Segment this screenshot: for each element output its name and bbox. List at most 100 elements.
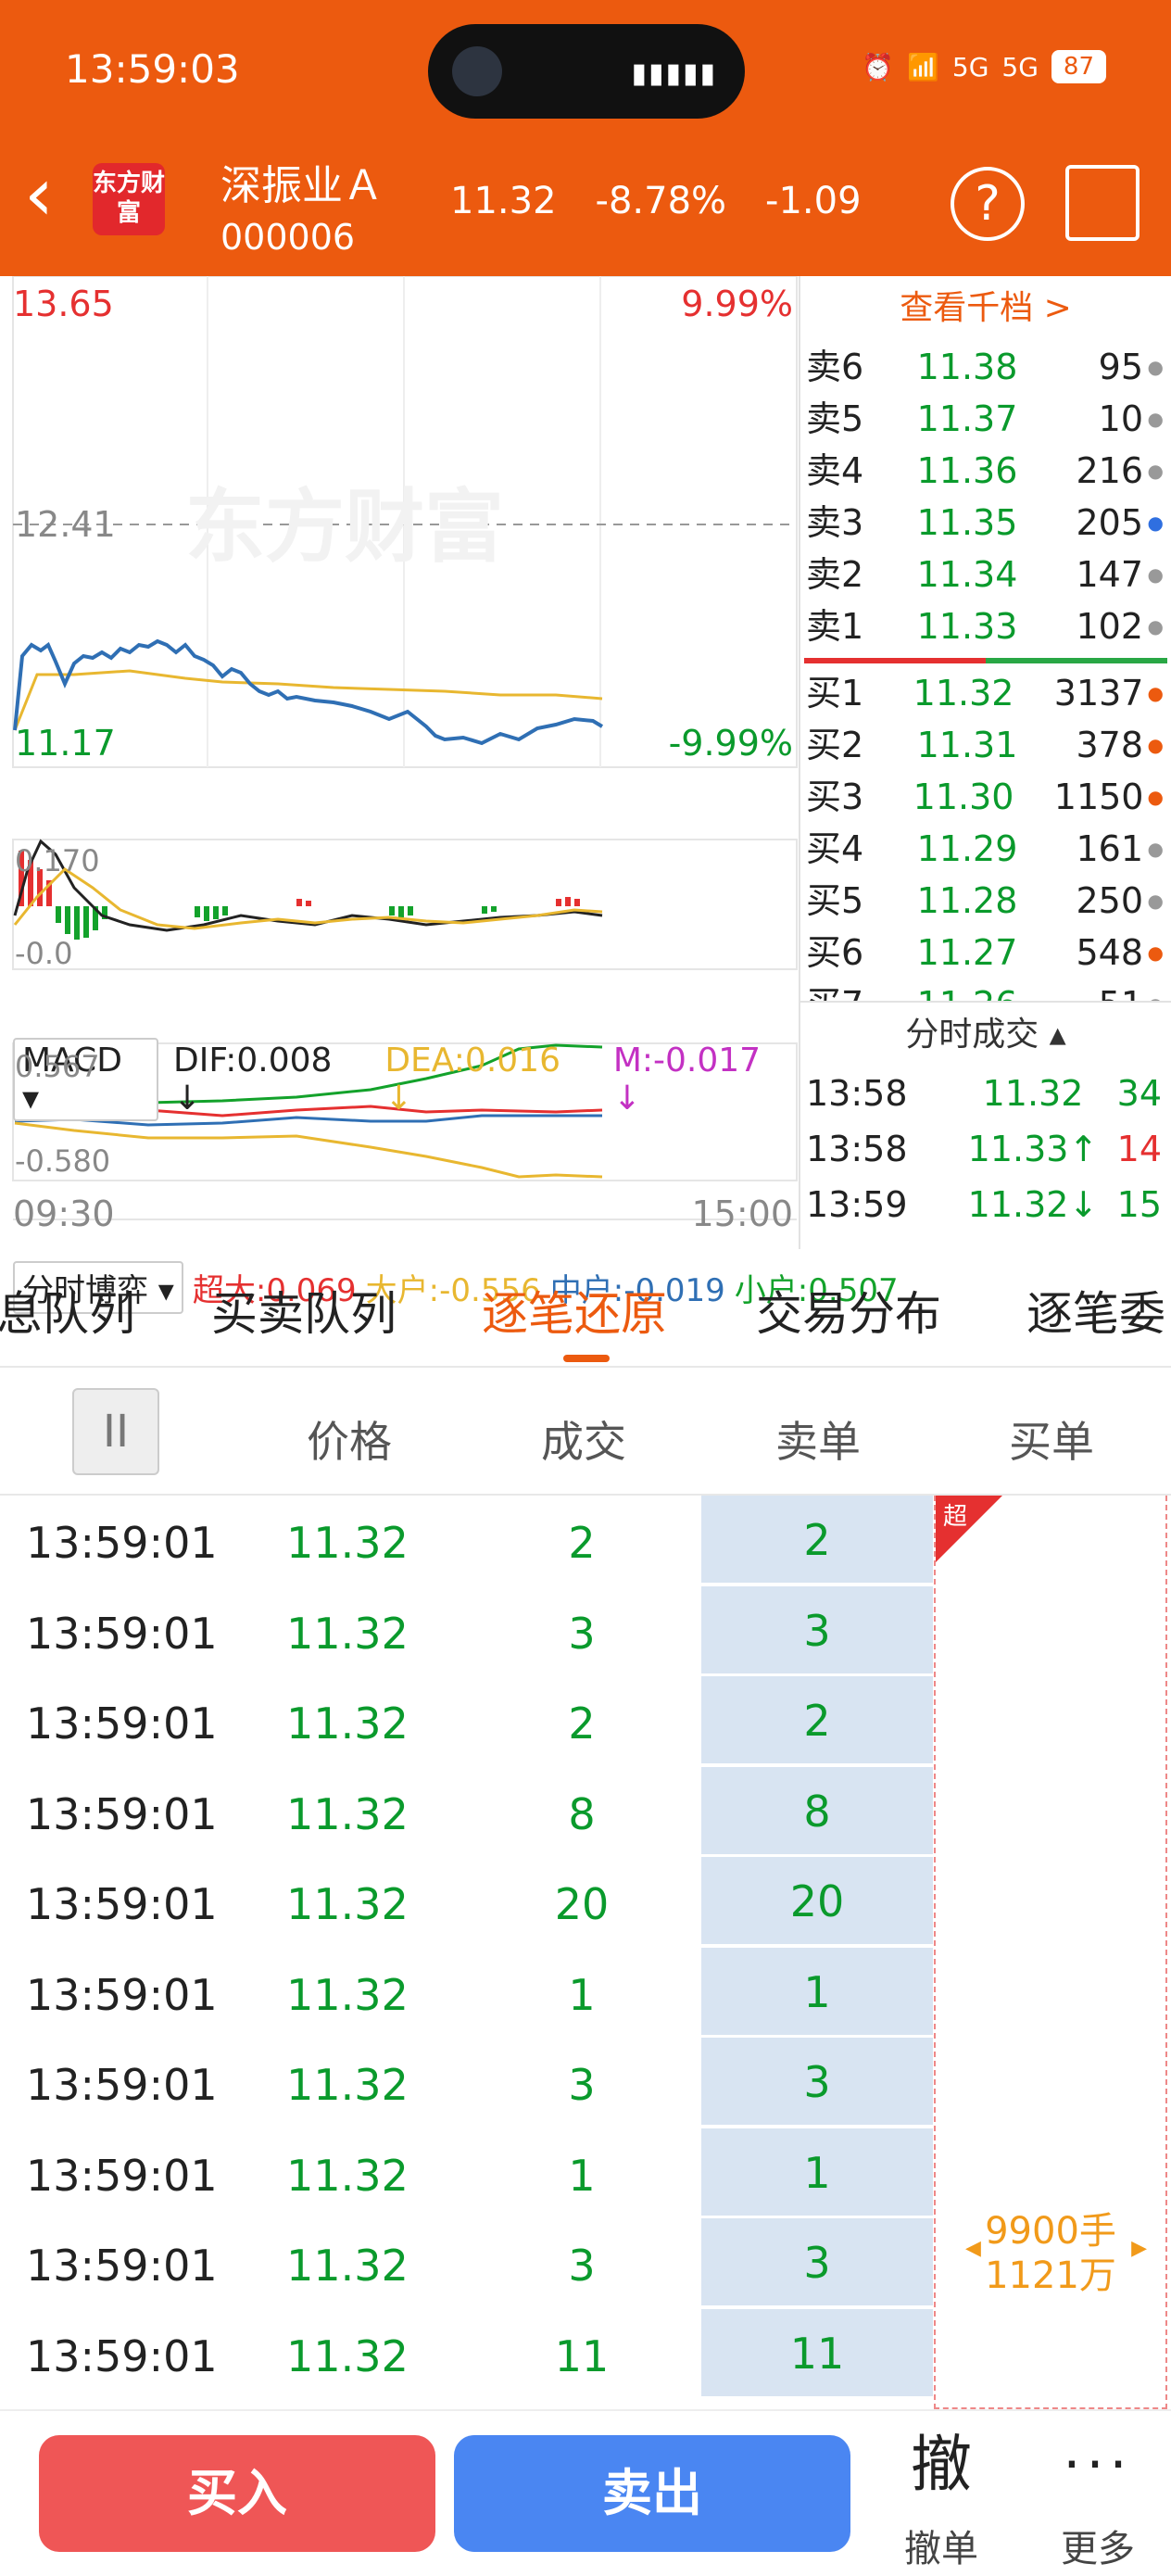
buy-button[interactable]: 买入: [39, 2435, 435, 2552]
level-label: 卖1: [806, 606, 864, 647]
time-end-label: 15:00: [691, 1193, 793, 1234]
ask-level[interactable]: 卖4 11.36 216 ●: [800, 445, 1171, 497]
cancel-icon: 撤: [911, 2429, 972, 2500]
level-dot-icon: ●: [1147, 682, 1164, 704]
detail-tabs: 息队列 买卖队列 逐笔还原 交易分布 逐笔委: [0, 1249, 1171, 1368]
level-price: 11.36: [916, 450, 1018, 491]
level-label: 买2: [806, 725, 864, 765]
row-sell-order: 2: [701, 1496, 933, 1585]
tick-table-body[interactable]: 13:59:01 11.32 2 2 13:59:01 11.32 3 3 13:59:01 11…: [0, 1496, 1171, 2409]
level-volume: 10: [1098, 398, 1143, 439]
dea-value: DEA:0.016 ↓: [384, 1042, 560, 1118]
level-price: 11.38: [916, 347, 1018, 387]
row-volume: 3: [568, 2060, 596, 2110]
level-dot-icon: ●: [1147, 356, 1164, 378]
level-price: 11.26: [875, 979, 1060, 1001]
row-volume: 2: [568, 1698, 596, 1749]
sell-button[interactable]: 卖出: [454, 2435, 850, 2552]
row-time: 13:59:01: [26, 1608, 218, 1659]
wifi-icon: 📶: [907, 51, 939, 82]
trade-time: 13:58: [806, 1129, 908, 1169]
row-price: 11.32: [286, 2330, 409, 2381]
bid-level[interactable]: 买711.2651●: [800, 979, 1171, 1001]
signal-5g-icon: 5G: [951, 51, 989, 82]
current-price: 11.32: [450, 180, 557, 222]
signal-5g-icon: 5G: [1001, 51, 1039, 82]
help-icon[interactable]: ?: [951, 167, 1025, 241]
level-label: 买7: [806, 979, 875, 1001]
cancel-order-button[interactable]: 撤 撤单: [876, 2428, 1006, 2572]
landscape-toggle-icon[interactable]: [1065, 165, 1140, 241]
level-dot-icon: ●: [1147, 838, 1164, 860]
next-arrow-icon[interactable]: ▶: [1131, 2237, 1147, 2260]
battery-icon: 87: [1051, 50, 1106, 83]
alarm-icon: ⏰: [862, 51, 894, 82]
top-header: 13:59:03 ▮▮▮▮▮ ⏰ 📶 5G 5G 87 ‹ 东方财富 深振业Ａ …: [0, 0, 1171, 276]
buy-order-column: 超 ◀ 9900手 1121万 ▶: [934, 1496, 1167, 2409]
order-book: 查看千档 > 卖6 11.38 95 ● 卖5 11.37 10 ● 卖4 11.36 216 ● 卖3…: [799, 276, 1171, 1249]
level-label: 卖3: [806, 502, 864, 543]
dynamic-island: ▮▮▮▮▮: [428, 24, 745, 119]
ask-level[interactable]: 卖1 11.33 102 ●: [800, 600, 1171, 652]
ask-level[interactable]: 卖2 11.34 147 ●: [800, 549, 1171, 600]
trade-price: 11.32↓: [967, 1184, 1099, 1225]
pause-icon[interactable]: II: [72, 1388, 159, 1475]
level-label: 买5: [806, 880, 864, 921]
ask-level[interactable]: 卖5 11.37 10 ●: [800, 393, 1171, 445]
row-sell-order: 3: [701, 2038, 933, 2127]
status-time: 13:59:03: [65, 46, 240, 92]
bid-level[interactable]: 买4 11.29 161 ●: [800, 823, 1171, 875]
bottom-action-bar: 买入 卖出 撤 撤单 ··· 更多: [0, 2409, 1171, 2576]
level-dot-icon: ●: [1147, 615, 1164, 638]
bid-level[interactable]: 买1 11.32 3137 ●: [800, 667, 1171, 719]
tab-trade-distribution[interactable]: 交易分布: [756, 1277, 941, 1344]
level-volume: 1150: [1053, 777, 1144, 817]
tab-bid-ask-queue[interactable]: 买卖队列: [211, 1277, 397, 1344]
row-volume: 3: [568, 2241, 596, 2291]
tab-queue[interactable]: 息队列: [0, 1277, 135, 1344]
level-price: 11.27: [916, 932, 1018, 973]
row-time: 13:59:01: [26, 1518, 218, 1568]
trade-volume: 34: [1116, 1073, 1162, 1114]
active-tab-indicator: [563, 1355, 610, 1362]
row-sell-order: 1: [701, 1947, 933, 2037]
level-dot-icon: ●: [1147, 786, 1164, 808]
tick-trade-row: 13:58 11.33↑ 14: [800, 1121, 1171, 1177]
more-button[interactable]: ··· 更多: [1038, 2428, 1158, 2572]
flow-top-label: 0.567: [15, 1049, 100, 1084]
view-depth-link[interactable]: 查看千档 >: [800, 276, 1171, 341]
bid-level[interactable]: 买6 11.27 548 ●: [800, 927, 1171, 979]
high-price-label: 13.65: [13, 284, 114, 324]
big-order-amount: 1121万: [985, 2254, 1116, 2297]
change-percent: -8.78%: [595, 180, 727, 222]
header-price: 价格: [307, 1417, 392, 1467]
intraday-chart[interactable]: 13.65 9.99% 12.41 东方财富 11.17 -9.99% MACD…: [0, 276, 899, 1314]
tab-tick-restore[interactable]: 逐笔还原: [482, 1277, 667, 1344]
bid-level[interactable]: 买5 11.28 250 ●: [800, 875, 1171, 927]
low-percent-label: -9.99%: [668, 723, 793, 764]
macd-bottom-label: -0.0: [15, 936, 73, 971]
level-dot-icon: ●: [1147, 941, 1164, 964]
tick-trades-toggle[interactable]: 分时成交 ▴: [800, 1001, 1171, 1066]
level-dot-icon: ●: [1143, 979, 1164, 1001]
row-time: 13:59:01: [26, 1879, 218, 1929]
ask-level[interactable]: 卖6 11.38 95 ●: [800, 341, 1171, 393]
bid-level[interactable]: 买2 11.31 378 ●: [800, 719, 1171, 771]
level-label: 卖5: [806, 398, 864, 439]
stock-name[interactable]: 深振业Ａ: [220, 152, 384, 211]
row-sell-order: 2: [701, 1676, 933, 1765]
media-thumbnail-icon: [452, 46, 502, 96]
audio-wave-icon: ▮▮▮▮▮: [631, 57, 717, 90]
back-icon[interactable]: ‹: [24, 158, 54, 232]
level-price: 11.33: [916, 606, 1018, 647]
bid-level[interactable]: 买3 11.30 1150 ●: [800, 771, 1171, 823]
ask-level[interactable]: 卖3 11.35 205 ●: [800, 497, 1171, 549]
tab-tick-orders[interactable]: 逐笔委: [1026, 1277, 1165, 1344]
header-buy-order: 买单: [1009, 1417, 1094, 1467]
level-label: 买4: [806, 828, 864, 869]
level-price: 11.34: [916, 554, 1018, 595]
level-volume: 216: [1076, 450, 1143, 491]
macd-indicator-bar: MACD ▾ DIF:0.008 ↓ DEA:0.016 ↓ M:-0.017 …: [13, 1038, 799, 1121]
prev-close-label: 12.41: [15, 504, 116, 545]
row-price: 11.32: [286, 1518, 409, 1568]
